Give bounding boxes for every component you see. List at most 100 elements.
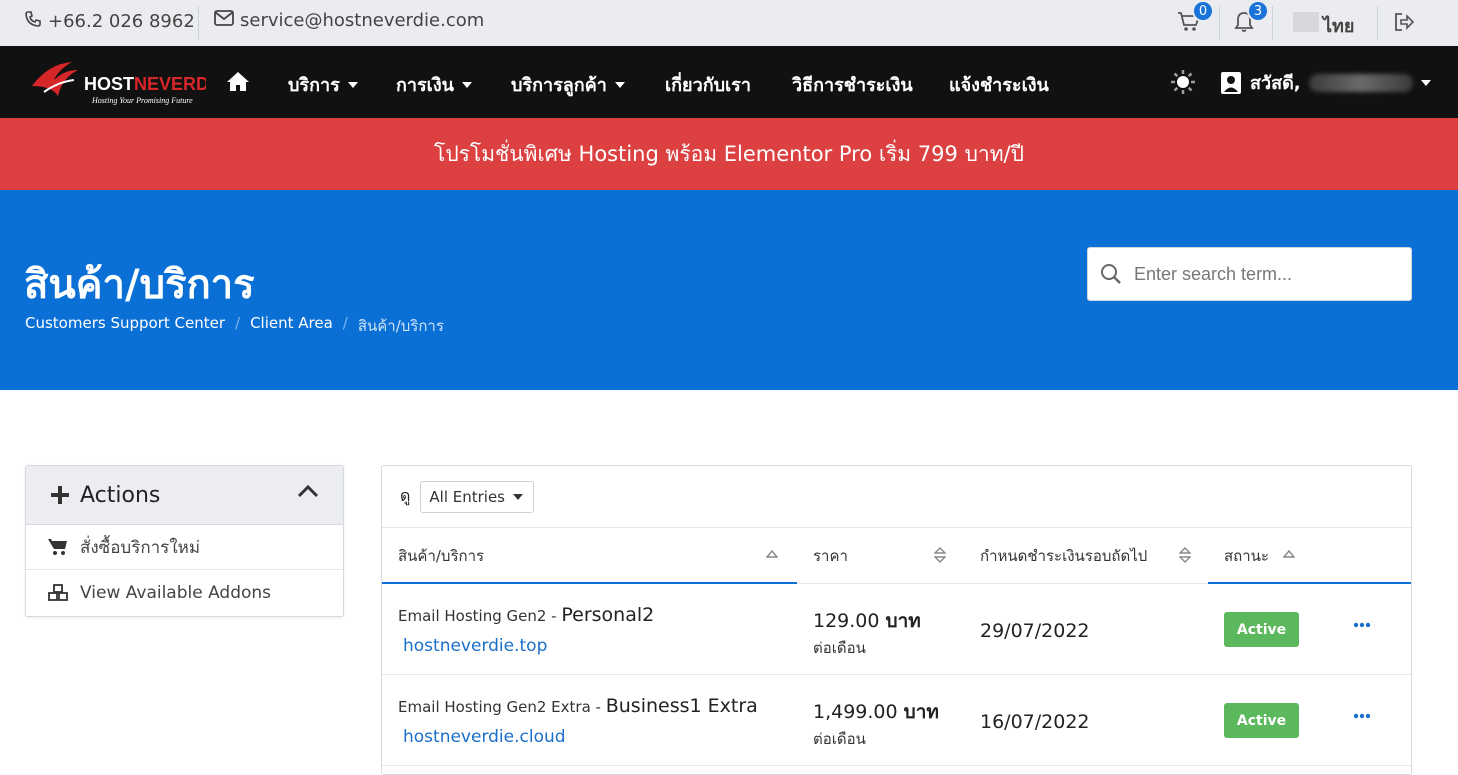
sort-asc-icon[interactable] bbox=[766, 549, 778, 559]
price-value: 1,499.00 bbox=[813, 701, 898, 723]
sort-icon[interactable] bbox=[934, 546, 946, 564]
caret-down-icon bbox=[461, 81, 472, 88]
billing-period: ต่อเดือน bbox=[813, 639, 866, 657]
phone-contact[interactable]: +66.2 026 8962 bbox=[24, 10, 195, 33]
cart-button[interactable]: 0 bbox=[1176, 0, 1214, 36]
column-header-price[interactable]: ราคา bbox=[813, 528, 848, 584]
nav-payment-methods[interactable]: วิธีการชำระเงิน bbox=[792, 70, 913, 99]
language-selector[interactable]: ไทย bbox=[1323, 11, 1354, 40]
nav-payment-notify[interactable]: แจ้งชำระเงิน bbox=[949, 70, 1049, 99]
phone-icon bbox=[24, 10, 42, 33]
sort-asc-icon[interactable] bbox=[1283, 549, 1295, 559]
page-title: สินค้า/บริการ bbox=[24, 262, 255, 308]
cubes-icon bbox=[48, 583, 68, 601]
page-header: สินค้า/บริการ Customers Support Center /… bbox=[0, 190, 1458, 390]
column-header-product[interactable]: สินค้า/บริการ bbox=[398, 528, 484, 584]
sun-icon bbox=[1171, 70, 1195, 94]
table-controls: ดู All Entries bbox=[382, 466, 1411, 528]
divider bbox=[198, 6, 199, 40]
column-header-status[interactable]: สถานะ bbox=[1224, 528, 1269, 584]
blurred-username bbox=[1308, 73, 1413, 92]
column-price-label: ราคา bbox=[813, 547, 848, 565]
nav-billing-label: การเงิน bbox=[396, 75, 454, 96]
breadcrumb: Customers Support Center / Client Area /… bbox=[25, 314, 444, 338]
search-input[interactable] bbox=[1134, 263, 1394, 285]
nav-support-label: บริการลูกค้า bbox=[511, 75, 607, 96]
price-value: 129.00 bbox=[813, 610, 880, 632]
product-name: Email Hosting Gen2 - Personal2 bbox=[398, 604, 655, 626]
actions-title: Actions bbox=[80, 482, 161, 508]
home-button[interactable] bbox=[226, 70, 250, 96]
price-amount: 129.00 บาท bbox=[813, 606, 921, 636]
user-icon bbox=[1221, 71, 1241, 94]
cart-icon bbox=[48, 539, 67, 555]
svg-text:HOST: HOST bbox=[84, 74, 134, 94]
nav-support[interactable]: บริการลูกค้า bbox=[511, 70, 625, 99]
nav-about[interactable]: เกี่ยวกับเรา bbox=[665, 70, 751, 99]
breadcrumb-current: สินค้า/บริการ bbox=[357, 317, 444, 335]
actions-panel-header[interactable]: Actions bbox=[26, 466, 343, 525]
theme-toggle[interactable] bbox=[1170, 69, 1196, 99]
divider bbox=[1219, 6, 1220, 40]
breadcrumb-client-area[interactable]: Client Area bbox=[250, 314, 333, 338]
email-contact[interactable]: service@hostneverdie.com bbox=[214, 10, 484, 31]
logo-image: HOST NEVERDIE Hosting Your Promising Fut… bbox=[32, 62, 226, 105]
logout-button[interactable] bbox=[1391, 8, 1417, 36]
nav-payment-notify-label: แจ้งชำระเงิน bbox=[949, 75, 1049, 96]
caret-down-icon bbox=[614, 81, 625, 88]
column-product-label: สินค้า/บริการ bbox=[398, 547, 485, 565]
notifications-button[interactable]: 3 bbox=[1231, 0, 1269, 36]
promo-banner[interactable]: โปรโมชั่นพิเศษ Hosting พร้อม Elementor P… bbox=[0, 118, 1458, 190]
entries-select[interactable]: All Entries bbox=[420, 480, 534, 513]
show-entries-label: ดู bbox=[400, 486, 411, 505]
action-view-addons[interactable]: View Available Addons bbox=[26, 570, 343, 615]
plus-icon bbox=[51, 486, 69, 504]
svg-text:NEVERDIE: NEVERDIE bbox=[134, 74, 206, 94]
table-row[interactable]: Email Hosting Gen2 - Personal2 hostnever… bbox=[382, 584, 1411, 675]
chevron-up-icon[interactable] bbox=[297, 484, 319, 498]
billing-period: ต่อเดือน bbox=[813, 730, 866, 748]
breadcrumb-home[interactable]: Customers Support Center bbox=[25, 314, 225, 338]
column-status-label: สถานะ bbox=[1224, 547, 1269, 565]
email-address: service@hostneverdie.com bbox=[240, 10, 485, 31]
caret-down-icon bbox=[1420, 79, 1431, 86]
status-badge: Active bbox=[1224, 703, 1299, 738]
domain-link[interactable]: hostneverdie.top bbox=[403, 636, 547, 656]
sort-icon[interactable] bbox=[1179, 546, 1191, 564]
promo-text: โปรโมชั่นพิเศษ Hosting พร้อม Elementor P… bbox=[434, 141, 1024, 166]
actions-panel: Actions สั่งซื้อบริการใหม่ View Availabl… bbox=[25, 465, 344, 617]
cart-count-badge: 0 bbox=[1192, 0, 1214, 22]
action-order-new[interactable]: สั่งซื้อบริการใหม่ bbox=[26, 525, 343, 570]
price-currency: บาท bbox=[903, 701, 939, 723]
site-logo[interactable]: HOST NEVERDIE Hosting Your Promising Fut… bbox=[28, 56, 226, 108]
action-order-new-label: สั่งซื้อบริการใหม่ bbox=[80, 537, 201, 558]
divider bbox=[1377, 6, 1378, 40]
language-flag-icon[interactable] bbox=[1293, 12, 1319, 32]
phone-number: +66.2 026 8962 bbox=[48, 11, 195, 32]
product-plan: Personal2 bbox=[561, 604, 655, 626]
nav-about-label: เกี่ยวกับเรา bbox=[665, 75, 751, 96]
more-options-icon[interactable] bbox=[1353, 622, 1371, 628]
next-due-date: 29/07/2022 bbox=[980, 620, 1090, 642]
more-options-icon[interactable] bbox=[1353, 713, 1371, 719]
domain-link[interactable]: hostneverdie.cloud bbox=[403, 727, 566, 747]
nav-services[interactable]: บริการ bbox=[288, 70, 358, 99]
home-icon bbox=[227, 72, 249, 91]
search-icon bbox=[1101, 264, 1121, 284]
product-group: Email Hosting Gen2 bbox=[398, 607, 547, 625]
status-badge: Active bbox=[1224, 612, 1299, 647]
column-header-next-due[interactable]: กำหนดชำระเงินรอบถัดไป bbox=[980, 528, 1147, 584]
price-currency: บาท bbox=[885, 610, 921, 632]
product-name: Email Hosting Gen2 Extra - Business1 Ext… bbox=[398, 695, 758, 717]
nav-billing[interactable]: การเงิน bbox=[396, 70, 472, 99]
caret-down-icon bbox=[513, 493, 523, 500]
logout-icon bbox=[1395, 13, 1415, 31]
table-row[interactable]: Email Hosting Gen2 Extra - Business1 Ext… bbox=[382, 675, 1411, 766]
user-menu[interactable]: สวัสดี, bbox=[1220, 68, 1431, 97]
search-box[interactable] bbox=[1087, 247, 1412, 301]
price-amount: 1,499.00 บาท bbox=[813, 697, 939, 727]
svg-text:Hosting Your Promising Future: Hosting Your Promising Future bbox=[91, 96, 193, 105]
top-bar: +66.2 026 8962 service@hostneverdie.com … bbox=[0, 0, 1458, 46]
caret-down-icon bbox=[347, 81, 358, 88]
product-plan: Business1 Extra bbox=[605, 695, 758, 717]
